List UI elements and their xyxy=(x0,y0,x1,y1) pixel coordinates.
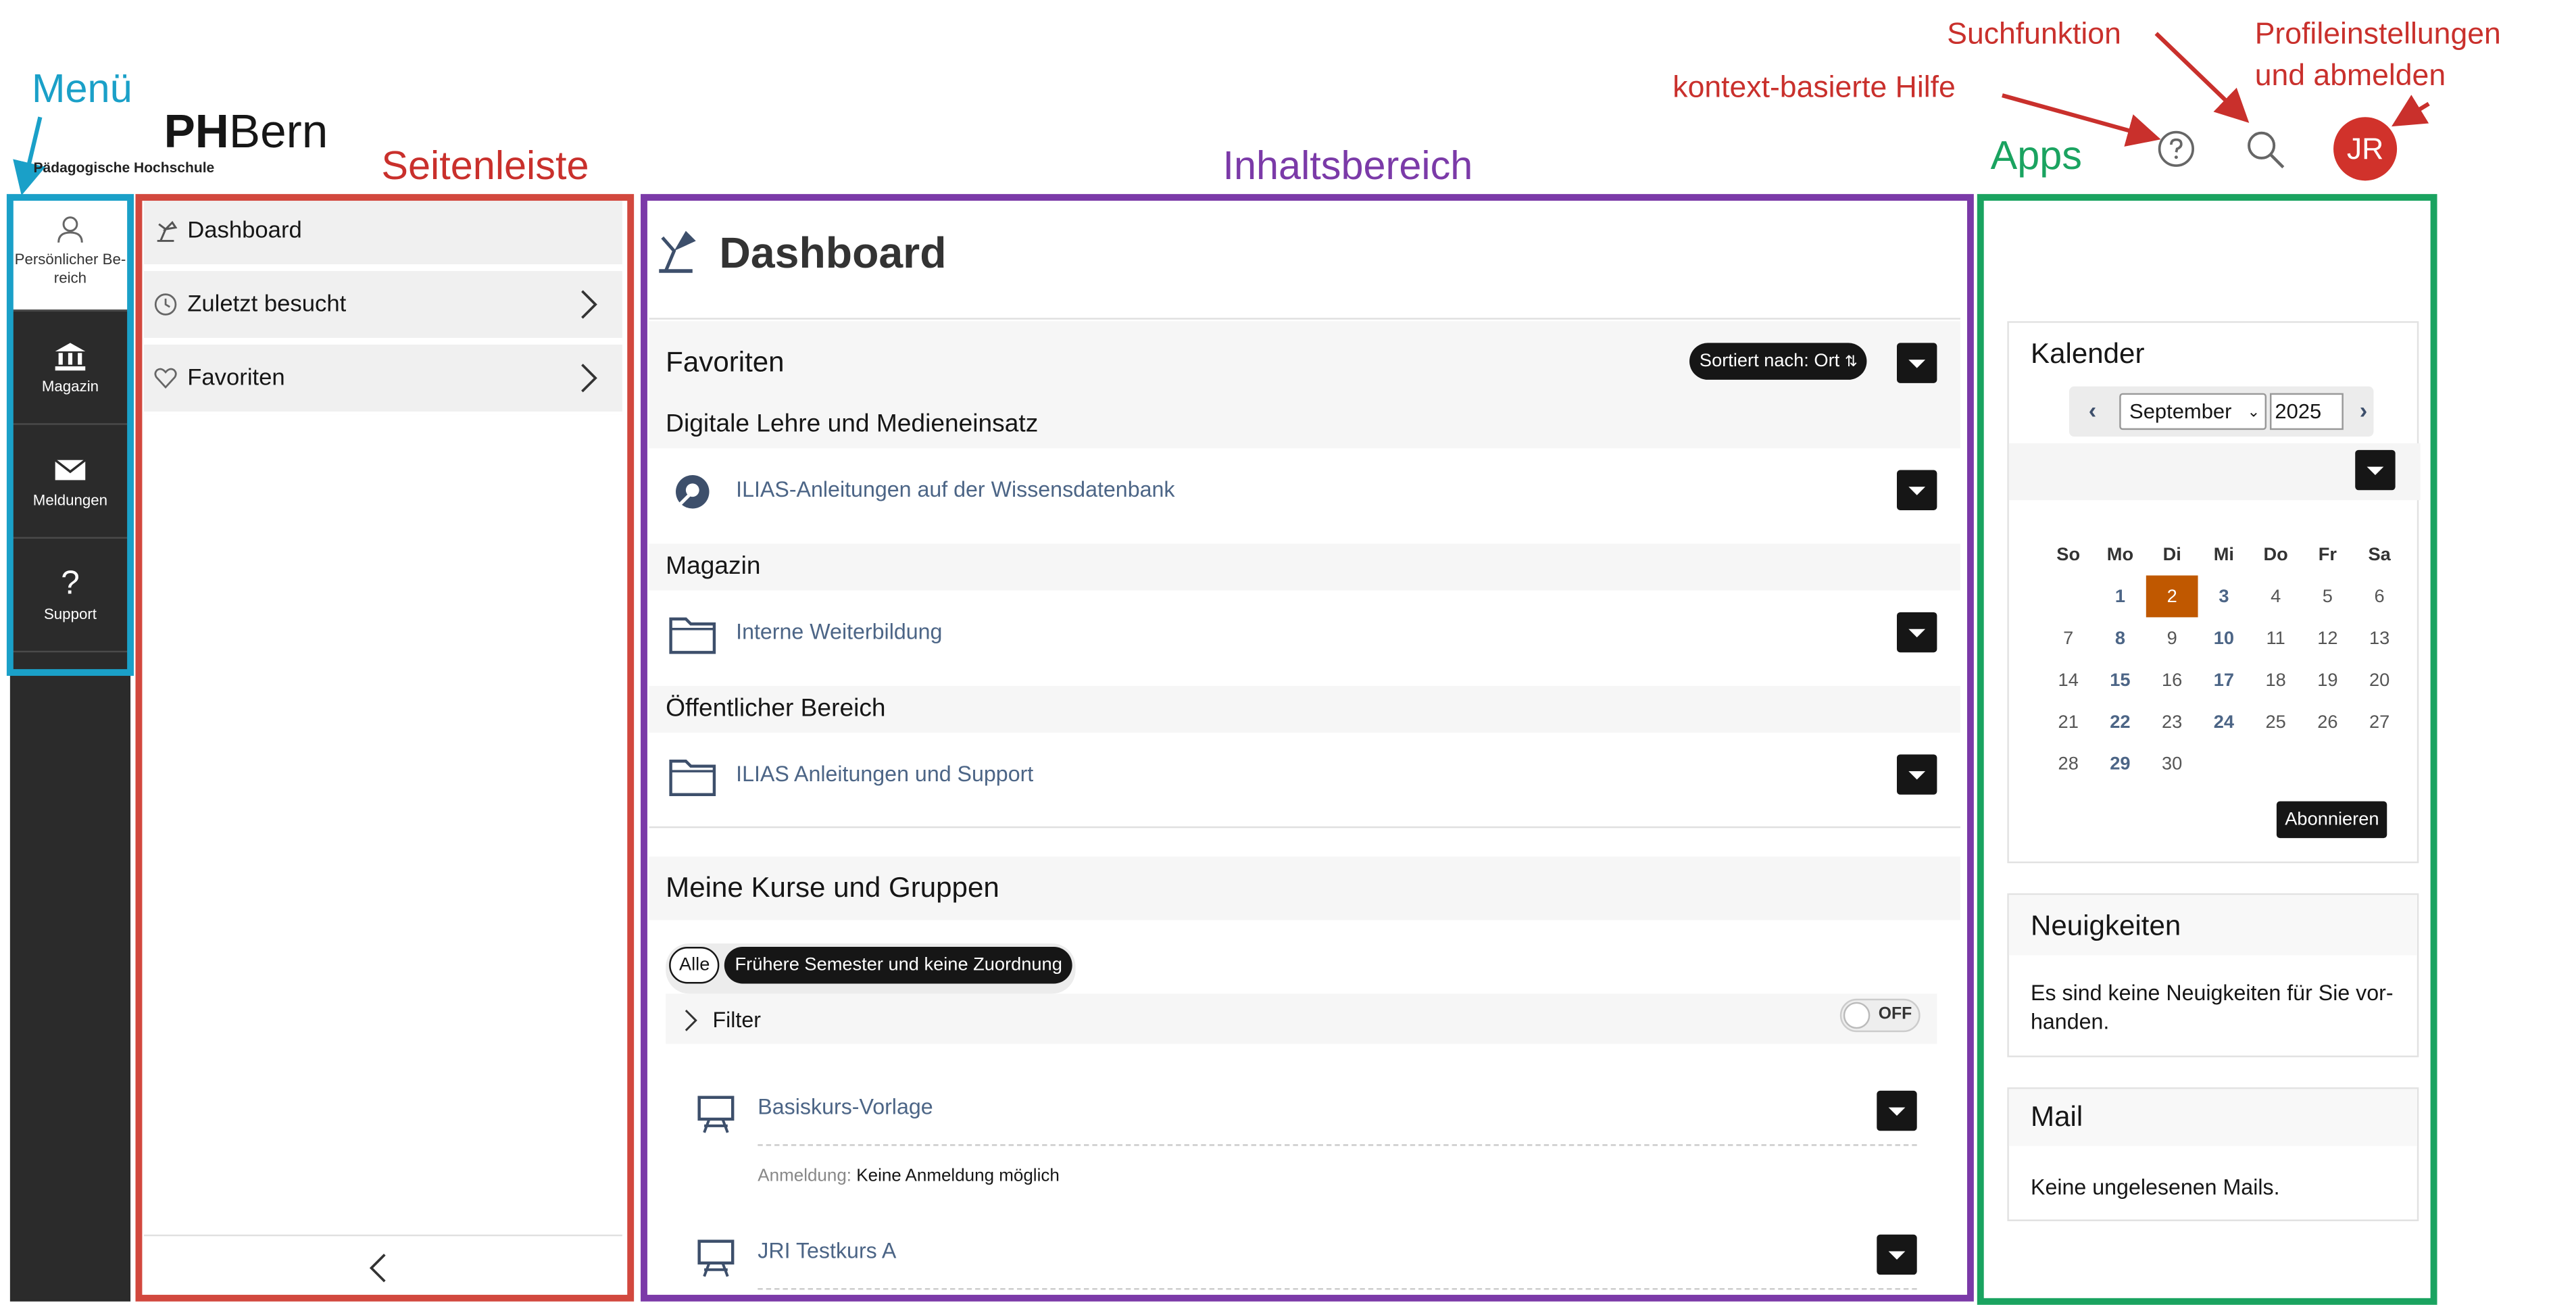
menu-highlight-frame xyxy=(6,194,134,676)
arrow-help xyxy=(2002,93,2161,147)
logo[interactable]: PHBern xyxy=(164,105,328,157)
annotation-arrows xyxy=(13,32,2430,196)
help-icon[interactable] xyxy=(2156,129,2196,169)
logo-brand-bold: PH xyxy=(164,105,229,157)
arrow-menu xyxy=(13,116,46,196)
logo-brand-light: Bern xyxy=(228,105,328,157)
sidebar-highlight-frame xyxy=(135,194,635,1302)
avatar[interactable]: JR xyxy=(2333,117,2398,181)
search-icon[interactable] xyxy=(2245,129,2288,172)
apps-highlight-frame xyxy=(1977,194,2437,1305)
arrow-profile xyxy=(2392,95,2430,127)
arrow-search xyxy=(2154,32,2250,123)
logo-subtitle: Pädagogische Hochschule xyxy=(33,159,215,176)
content-highlight-frame xyxy=(641,194,1974,1302)
